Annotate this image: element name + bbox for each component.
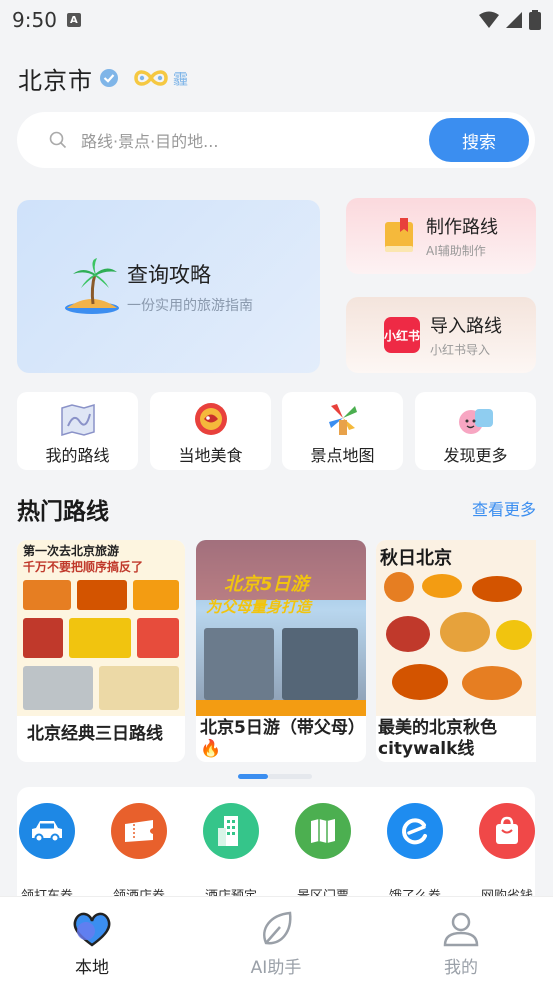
tab-label: AI助手: [250, 958, 302, 978]
food-icon: [194, 403, 227, 435]
infinity-icon: [134, 70, 168, 86]
guide-subtitle: 一份实用的旅游指南: [127, 297, 253, 314]
wifi-icon: [479, 11, 499, 28]
thumb-line1: 第一次去北京旅游: [23, 544, 120, 558]
coupon-hotel-voucher[interactable]: 领酒店券: [104, 803, 174, 904]
import-route-title: 导入路线: [430, 316, 502, 337]
user-icon: [443, 912, 479, 947]
coupon-scenic-ticket[interactable]: 景区门票: [288, 803, 358, 904]
coupon-shopping[interactable]: 网购省钱: [472, 803, 542, 904]
coupon-circle: [111, 803, 167, 859]
coupon-taxi[interactable]: 领打车券: [12, 803, 82, 904]
route-thumbnail: 北京5日游 为父母量身打造: [196, 540, 366, 716]
car-icon: [32, 821, 62, 843]
coupon-circle: [387, 803, 443, 859]
search-bar[interactable]: 路线·景点·目的地... 搜索: [17, 112, 535, 168]
coupon-eleme[interactable]: 饿了么券: [380, 803, 450, 904]
ticket-icon: [125, 820, 153, 842]
coupon-circle: [203, 803, 259, 859]
status-bar: 9:50 A: [0, 0, 553, 40]
verified-icon: [100, 69, 118, 87]
battery-icon: [529, 10, 541, 30]
tab-ai-assistant[interactable]: AI助手: [231, 909, 321, 978]
quick-label: 发现更多: [443, 446, 508, 465]
see-more-link[interactable]: 查看更多: [472, 496, 536, 520]
coupon-panel: [17, 787, 535, 907]
route-card[interactable]: 秋日北京 最美的北京秋色citywalk线: [376, 540, 536, 762]
location-header: 北京市 霾: [18, 60, 188, 96]
carousel-track: [268, 774, 312, 779]
hotel-icon: [218, 816, 238, 846]
route-caption: 北京经典三日路线: [27, 724, 163, 744]
shopping-bag-icon: [496, 816, 518, 844]
route-map-icon: [60, 404, 95, 436]
tab-label: 我的: [444, 958, 478, 978]
carousel-indicator: [238, 774, 312, 779]
import-route-card[interactable]: 小红书 导入路线 小红书导入: [346, 297, 536, 373]
quick-label: 景点地图: [310, 446, 375, 465]
thumb-line2: 为父母量身打造: [206, 598, 312, 616]
import-route-subtitle: 小红书导入: [430, 343, 491, 357]
discover-icon: [458, 409, 493, 434]
xiaohongshu-logo: 小红书: [384, 317, 420, 353]
coupon-circle: [19, 803, 75, 859]
coupon-circle: [479, 803, 535, 859]
hot-routes-title: 热门路线: [17, 499, 109, 525]
search-icon: [49, 131, 67, 149]
quick-label: 当地美食: [178, 446, 243, 465]
coupon-circle: [295, 803, 351, 859]
make-route-card[interactable]: 制作路线 AI辅助制作: [346, 198, 536, 274]
heart-local-icon: [73, 912, 111, 947]
leaf-icon: [263, 911, 292, 945]
city-name[interactable]: 北京市: [18, 61, 93, 96]
guide-title: 查询攻略: [127, 262, 211, 287]
book-icon: [385, 218, 413, 252]
bottom-tab-bar: 本地 AI助手 我的: [0, 896, 553, 984]
thumb-line2: 千万不要把顺序搞反了: [23, 560, 144, 574]
quick-discover-more[interactable]: 发现更多: [415, 392, 536, 470]
route-caption: 北京5日游（带父母）🔥: [200, 718, 357, 759]
weather-text: 霾: [173, 69, 189, 88]
weather-indicator: 霾: [133, 68, 188, 89]
quick-spot-map[interactable]: 景点地图: [282, 392, 403, 470]
guide-card[interactable]: 查询攻略 一份实用的旅游指南: [17, 200, 320, 373]
quick-label: 我的路线: [45, 446, 110, 465]
route-card[interactable]: 第一次去北京旅游 千万不要把顺序搞反了 北京经典三日路线: [17, 540, 185, 762]
signal-icon: [506, 12, 522, 28]
search-input[interactable]: 路线·景点·目的地...: [81, 128, 218, 152]
status-time: 9:50: [12, 8, 57, 32]
quick-local-food[interactable]: 当地美食: [150, 392, 271, 470]
tab-label: 本地: [75, 958, 109, 978]
windmill-icon: [328, 404, 357, 435]
route-caption: 最美的北京秋色citywalk线: [378, 718, 497, 759]
tab-profile[interactable]: 我的: [416, 909, 506, 978]
thumb-line1: 北京5日游: [224, 574, 309, 595]
thumb-line1: 秋日北京: [380, 548, 452, 569]
carousel-dot-active: [238, 774, 268, 779]
route-thumbnail: 秋日北京: [376, 540, 536, 716]
coupon-hotel-booking[interactable]: 酒店预定: [196, 803, 266, 904]
map-book-icon: [311, 819, 335, 843]
make-route-subtitle: AI辅助制作: [426, 244, 486, 258]
eleme-icon: [402, 818, 427, 845]
route-thumbnail: 第一次去北京旅游 千万不要把顺序搞反了: [17, 540, 185, 716]
palm-island-icon: [65, 257, 119, 314]
search-button[interactable]: 搜索: [429, 118, 529, 162]
notification-icon: A: [66, 13, 81, 27]
make-route-title: 制作路线: [426, 217, 498, 238]
route-card[interactable]: 北京5日游 为父母量身打造 北京5日游（带父母）🔥: [196, 540, 366, 762]
tab-local[interactable]: 本地: [47, 909, 137, 978]
quick-my-routes[interactable]: 我的路线: [17, 392, 138, 470]
